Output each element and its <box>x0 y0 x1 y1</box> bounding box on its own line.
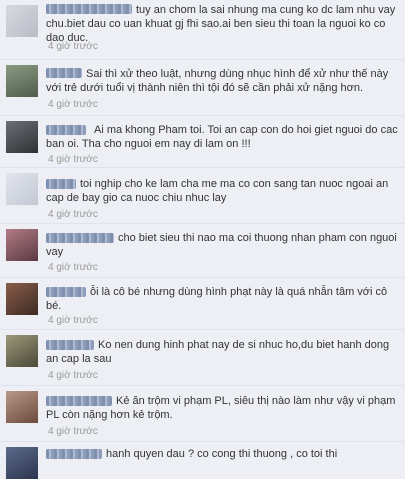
avatar[interactable] <box>6 335 38 367</box>
comment-time[interactable]: 4 giờ trước <box>48 262 98 273</box>
comment-time[interactable]: 4 giờ trước <box>48 41 98 52</box>
comment-text: tuy an chom la sai nhung ma cung ko dc l… <box>46 4 396 44</box>
avatar[interactable] <box>6 65 38 97</box>
avatar[interactable] <box>6 447 38 479</box>
comment-time[interactable]: 4 giờ trước <box>48 315 98 326</box>
comment-time[interactable]: 4 giờ trước <box>48 99 98 110</box>
comment-text: toi nghip cho ke lam cha me ma co con sa… <box>46 178 389 204</box>
avatar[interactable] <box>6 5 38 37</box>
comment-item: toi nghip cho ke lam cha me ma co con sa… <box>0 168 405 224</box>
comment-time[interactable]: 4 giờ trước <box>48 426 98 437</box>
comment-time[interactable]: 4 giờ trước <box>48 154 98 165</box>
comment-text: Ai ma khong Pham toi. Toi an cap con do … <box>46 124 398 150</box>
comment-item: Ko nen dung hinh phat nay de si nhuc ho,… <box>0 330 405 386</box>
comment-item: ỗi là cô bé nhưng dùng hình phạt này là … <box>0 278 405 330</box>
comment-item: Kẻ ăn trộm vi phạm PL, siêu thị nào làm … <box>0 386 405 442</box>
comment-item: Ai ma khong Pham toi. Toi an cap con do … <box>0 116 405 168</box>
comment-text: Sai thì xử theo luật, nhưng dùng nhục hì… <box>46 68 389 94</box>
comment-time[interactable]: 4 giờ trước <box>48 370 98 381</box>
comment-item: Sai thì xử theo luật, nhưng dùng nhục hì… <box>0 60 405 116</box>
comment-item: tuy an chom la sai nhung ma cung ko dc l… <box>0 0 405 60</box>
comment-text: hanh quyen dau ? co cong thi thuong , co… <box>106 448 338 460</box>
comment-item: cho biet sieu thi nao ma coi thuong nhan… <box>0 224 405 278</box>
avatar[interactable] <box>6 173 38 205</box>
avatar[interactable] <box>6 229 38 261</box>
comment-text: ỗi là cô bé nhưng dùng hình phạt này là … <box>46 286 388 312</box>
comment-time[interactable]: 4 giờ trước <box>48 209 98 220</box>
avatar[interactable] <box>6 121 38 153</box>
comment-item: hanh quyen dau ? co cong thi thuong , co… <box>0 442 405 479</box>
avatar[interactable] <box>6 283 38 315</box>
comment-feed: tuy an chom la sai nhung ma cung ko dc l… <box>0 0 405 479</box>
comment-text: Kẻ ăn trộm vi phạm PL, siêu thị nào làm … <box>46 395 396 421</box>
comment-text: Ko nen dung hinh phat nay de si nhuc ho,… <box>46 339 390 365</box>
avatar[interactable] <box>6 391 38 423</box>
comment-text: cho biet sieu thi nao ma coi thuong nhan… <box>46 232 397 258</box>
